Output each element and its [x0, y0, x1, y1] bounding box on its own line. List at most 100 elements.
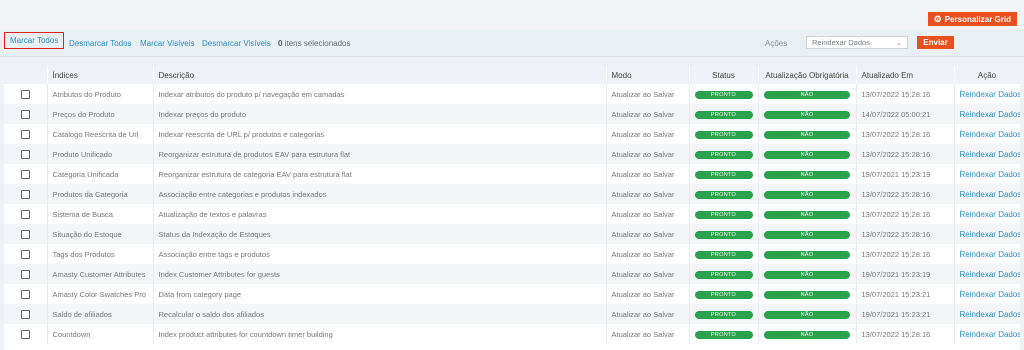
- row-checkbox[interactable]: [20, 89, 30, 99]
- submit-button[interactable]: Enviar: [917, 36, 954, 49]
- updated-at: 19/07/2021 15:23:19: [856, 164, 955, 184]
- row-checkbox[interactable]: [20, 289, 30, 299]
- column-header[interactable]: Modo: [606, 66, 690, 84]
- reindex-link[interactable]: Reindexar Dados: [960, 170, 1020, 179]
- select-all-link[interactable]: Marcar Todos: [3, 32, 65, 49]
- status-badge: PRONTO: [694, 331, 753, 339]
- updated-at: 19/07/2021 15:23:21: [856, 284, 955, 304]
- table-row[interactable]: Situação do Estoque Status da Indexação d…: [4, 224, 1020, 244]
- unselect-all-link[interactable]: Desmarcar Todos: [69, 39, 132, 48]
- customize-grid-button[interactable]: ⚙ Personalizar Grid: [927, 12, 1017, 26]
- row-checkbox-cell: [4, 104, 48, 124]
- row-checkbox[interactable]: [20, 109, 30, 119]
- selected-count-number: 0: [278, 39, 283, 48]
- action-cell: Reindexar Dados: [954, 204, 1020, 224]
- required-update-badge: NÃO: [764, 291, 850, 299]
- table-header-row: Índices Descrição Modo Status Atualizaçã…: [4, 66, 1020, 84]
- table-row[interactable]: Categoria Unificada Reorganizar estrutura…: [4, 164, 1020, 184]
- table-row[interactable]: Produtos da Categoria Associação entre ca…: [4, 184, 1020, 204]
- status-cell: PRONTO: [689, 104, 759, 124]
- row-checkbox-cell: [4, 204, 48, 224]
- chevron-down-icon: ⌄: [896, 39, 902, 47]
- table-row[interactable]: Tags dos Produtos Associação entre tags e…: [4, 244, 1020, 264]
- selected-count-suffix: itens selecionados: [284, 39, 351, 48]
- required-update-badge: NÃO: [764, 251, 850, 259]
- reindex-link[interactable]: Reindexar Dados: [960, 310, 1020, 319]
- required-cell: NÃO: [758, 144, 857, 164]
- index-mode: Atualizar ao Salvar: [606, 284, 690, 304]
- row-checkbox[interactable]: [20, 229, 30, 239]
- top-bar: ⚙ Personalizar Grid: [0, 0, 1024, 30]
- status-cell: PRONTO: [689, 244, 759, 264]
- table-row[interactable]: Catálogo Reescrita de Url Indexar reescri…: [4, 124, 1020, 144]
- row-checkbox-cell: [4, 184, 48, 204]
- index-description: Index Customer Attributes for guests: [153, 264, 607, 284]
- status-badge: PRONTO: [694, 111, 753, 119]
- table-row[interactable]: Saldo de afiliados Recalcular o saldo dos…: [4, 304, 1020, 324]
- reindex-link[interactable]: Reindexar Dados: [960, 330, 1020, 339]
- table-row[interactable]: Countdown Index product attributes for co…: [4, 324, 1020, 344]
- status-badge: PRONTO: [694, 231, 753, 239]
- table-row[interactable]: Sistema de Busca Atualização de textos e …: [4, 204, 1020, 224]
- required-update-badge: NÃO: [764, 211, 850, 219]
- updated-at: 13/07/2022 15:28:16: [856, 84, 955, 104]
- select-visible-link[interactable]: Marcar Visíveis: [140, 39, 195, 48]
- required-update-badge: NÃO: [764, 131, 850, 139]
- reindex-link[interactable]: Reindexar Dados: [960, 150, 1020, 159]
- action-cell: Reindexar Dados: [954, 164, 1020, 184]
- index-name: Amasty Color Swatches Pro: [47, 284, 154, 304]
- index-description: Indexar preços do produto: [153, 104, 607, 124]
- row-checkbox[interactable]: [20, 249, 30, 259]
- status-badge: PRONTO: [694, 311, 753, 319]
- updated-at: 13/07/2022 15:28:16: [856, 144, 955, 164]
- row-checkbox[interactable]: [20, 209, 30, 219]
- column-header[interactable]: Descrição: [153, 66, 607, 84]
- updated-at: 13/07/2022 15:28:16: [856, 184, 955, 204]
- row-checkbox[interactable]: [20, 169, 30, 179]
- row-checkbox[interactable]: [20, 309, 30, 319]
- status-badge: PRONTO: [694, 291, 753, 299]
- row-checkbox[interactable]: [20, 329, 30, 339]
- reindex-link[interactable]: Reindexar Dados: [960, 90, 1020, 99]
- table-row[interactable]: Amasty Color Swatches Pro Data from categ…: [4, 284, 1020, 304]
- row-checkbox[interactable]: [20, 149, 30, 159]
- index-mode: Atualizar ao Salvar: [606, 84, 690, 104]
- status-badge: PRONTO: [694, 191, 753, 199]
- row-checkbox[interactable]: [20, 189, 30, 199]
- column-header[interactable]: Índices: [47, 66, 154, 84]
- required-cell: NÃO: [758, 104, 857, 124]
- actions-select[interactable]: Reindexar Dados ⌄: [806, 36, 908, 49]
- index-mode: Atualizar ao Salvar: [606, 104, 690, 124]
- reindex-link[interactable]: Reindexar Dados: [960, 110, 1020, 119]
- status-badge: PRONTO: [694, 271, 753, 279]
- reindex-link[interactable]: Reindexar Dados: [960, 270, 1020, 279]
- reindex-link[interactable]: Reindexar Dados: [960, 210, 1020, 219]
- reindex-link[interactable]: Reindexar Dados: [960, 190, 1020, 199]
- index-name: Countdown: [47, 324, 154, 344]
- index-name: Atributos do Produto: [47, 84, 154, 104]
- required-update-badge: NÃO: [764, 191, 850, 199]
- reindex-link[interactable]: Reindexar Dados: [960, 230, 1020, 239]
- table-row[interactable]: Amasty Customer Attributes Index Customer…: [4, 264, 1020, 284]
- column-header[interactable]: Atualizado Em: [856, 66, 955, 84]
- row-checkbox[interactable]: [20, 269, 30, 279]
- table-row[interactable]: Atributos do Produto Indexar atributos do…: [4, 84, 1020, 104]
- action-cell: Reindexar Dados: [954, 144, 1020, 164]
- status-cell: PRONTO: [689, 144, 759, 164]
- index-description: Status da Indexação de Estoques: [153, 224, 607, 244]
- unselect-visible-link[interactable]: Desmarcar Visíveis: [202, 39, 271, 48]
- reindex-link[interactable]: Reindexar Dados: [960, 250, 1020, 259]
- reindex-link[interactable]: Reindexar Dados: [960, 130, 1020, 139]
- status-cell: PRONTO: [689, 284, 759, 304]
- column-header[interactable]: Ação: [954, 66, 1020, 84]
- row-checkbox-cell: [4, 324, 48, 344]
- status-cell: PRONTO: [689, 84, 759, 104]
- action-cell: Reindexar Dados: [954, 124, 1020, 144]
- massaction-bar: Marcar Todos Desmarcar Todos Marcar Visí…: [0, 30, 1024, 57]
- column-header[interactable]: Atualização Obrigatória: [758, 66, 857, 84]
- column-header[interactable]: Status: [689, 66, 759, 84]
- row-checkbox[interactable]: [20, 129, 30, 139]
- table-row[interactable]: Produto Unificado Reorganizar estrutura d…: [4, 144, 1020, 164]
- reindex-link[interactable]: Reindexar Dados: [960, 290, 1020, 299]
- table-row[interactable]: Preços do Produto Indexar preços do produ…: [4, 104, 1020, 124]
